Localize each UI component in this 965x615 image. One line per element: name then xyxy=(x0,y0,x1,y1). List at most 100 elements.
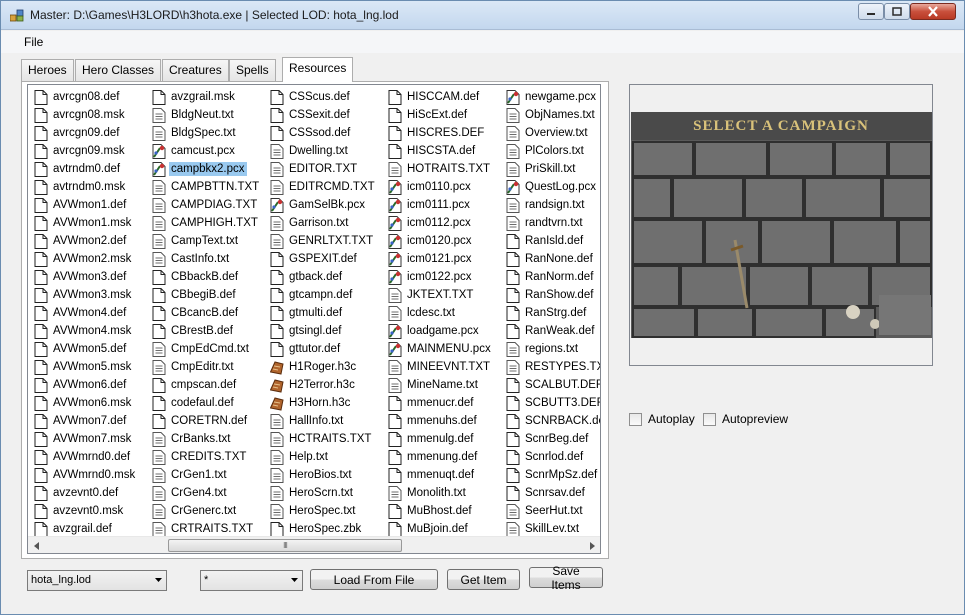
tab-heroes[interactable]: Heroes xyxy=(21,59,74,81)
scroll-left-button[interactable] xyxy=(28,537,45,553)
list-item[interactable]: H1Roger.h3c xyxy=(266,358,384,376)
list-item[interactable]: AVWmon3.def xyxy=(30,268,148,286)
list-item[interactable]: PriSkill.txt xyxy=(502,160,600,178)
list-item[interactable]: HISCSTA.def xyxy=(384,142,502,160)
list-item[interactable]: MuBjoin.def xyxy=(384,520,502,537)
list-item[interactable]: HISCRES.DEF xyxy=(384,124,502,142)
list-item[interactable]: RanNone.def xyxy=(502,250,600,268)
tab-resources[interactable]: Resources xyxy=(282,57,354,82)
list-item[interactable]: AVWmon1.msk xyxy=(30,214,148,232)
list-item[interactable]: MINEEVNT.TXT xyxy=(384,358,502,376)
list-item[interactable]: HeroSpec.txt xyxy=(266,502,384,520)
tab-hero-classes[interactable]: Hero Classes xyxy=(75,59,162,81)
list-item[interactable]: avtrndm0.msk xyxy=(30,178,148,196)
list-item[interactable]: RanNorm.def xyxy=(502,268,600,286)
list-item[interactable]: cmpscan.def xyxy=(148,376,266,394)
list-item[interactable]: QuestLog.pcx xyxy=(502,178,600,196)
list-item[interactable]: newgame.pcx xyxy=(502,88,600,106)
list-item[interactable]: avrcgn09.msk xyxy=(30,142,148,160)
list-item[interactable]: mmenung.def xyxy=(384,448,502,466)
list-item[interactable]: CSSexit.def xyxy=(266,106,384,124)
list-item[interactable]: avrcgn08.msk xyxy=(30,106,148,124)
list-item[interactable]: avzevnt0.def xyxy=(30,484,148,502)
list-item[interactable]: CAMPDIAG.TXT xyxy=(148,196,266,214)
list-item[interactable]: mmenucr.def xyxy=(384,394,502,412)
list-item[interactable]: SCBUTT3.DEF xyxy=(502,394,600,412)
list-item[interactable]: BldgNeut.txt xyxy=(148,106,266,124)
list-item[interactable]: gtsingl.def xyxy=(266,322,384,340)
menu-file[interactable]: File xyxy=(24,35,43,49)
list-item[interactable]: AVWmrnd0.def xyxy=(30,448,148,466)
list-item[interactable]: icm0121.pcx xyxy=(384,250,502,268)
list-item[interactable]: avzgrail.msk xyxy=(148,88,266,106)
list-item[interactable]: CRTRAITS.TXT xyxy=(148,520,266,537)
list-item[interactable]: icm0111.pcx xyxy=(384,196,502,214)
list-item[interactable]: GENRLTXT.TXT xyxy=(266,232,384,250)
list-item[interactable]: AVWmon3.msk xyxy=(30,286,148,304)
list-item[interactable]: AVWmon5.msk xyxy=(30,358,148,376)
list-item[interactable]: Monolith.txt xyxy=(384,484,502,502)
list-item[interactable]: CORETRN.def xyxy=(148,412,266,430)
list-item[interactable]: CSScus.def xyxy=(266,88,384,106)
list-item[interactable]: SeerHut.txt xyxy=(502,502,600,520)
maximize-button[interactable] xyxy=(884,3,910,20)
list-item[interactable]: HallInfo.txt xyxy=(266,412,384,430)
list-item[interactable]: CAMPBTTN.TXT xyxy=(148,178,266,196)
list-item[interactable]: AVWmon7.msk xyxy=(30,430,148,448)
list-item[interactable]: CREDITS.TXT xyxy=(148,448,266,466)
close-button[interactable] xyxy=(910,3,956,20)
list-item[interactable]: MAINMENU.pcx xyxy=(384,340,502,358)
resource-file-list[interactable]: avrcgn08.def avrcgn08.msk avrcgn09.def avrc… xyxy=(27,84,601,554)
lod-select[interactable]: hota_lng.lod xyxy=(27,570,167,591)
list-item[interactable]: CrGenerc.txt xyxy=(148,502,266,520)
list-item[interactable]: regions.txt xyxy=(502,340,600,358)
list-item[interactable]: EDITOR.TXT xyxy=(266,160,384,178)
list-item[interactable]: RanShow.def xyxy=(502,286,600,304)
list-item[interactable]: Overview.txt xyxy=(502,124,600,142)
list-item[interactable]: GamSelBk.pcx xyxy=(266,196,384,214)
filter-select[interactable]: * xyxy=(200,570,303,591)
list-item[interactable]: Scnrsav.def xyxy=(502,484,600,502)
list-item[interactable]: CrGen1.txt xyxy=(148,466,266,484)
list-item[interactable]: CrBanks.txt xyxy=(148,430,266,448)
list-item[interactable]: AVWmon2.def xyxy=(30,232,148,250)
tab-creatures[interactable]: Creatures xyxy=(162,59,229,81)
list-item[interactable]: CampText.txt xyxy=(148,232,266,250)
list-item[interactable]: avrcgn09.def xyxy=(30,124,148,142)
list-item[interactable]: AVWmon2.msk xyxy=(30,250,148,268)
list-item[interactable]: mmenuqt.def xyxy=(384,466,502,484)
list-item[interactable]: lcdesc.txt xyxy=(384,304,502,322)
list-item[interactable]: HCTRAITS.TXT xyxy=(266,430,384,448)
tab-spells[interactable]: Spells xyxy=(229,59,276,81)
list-item[interactable]: RESTYPES.TXT xyxy=(502,358,600,376)
list-item[interactable]: Help.txt xyxy=(266,448,384,466)
list-item[interactable]: CAMPHIGH.TXT xyxy=(148,214,266,232)
list-item[interactable]: AVWmrnd0.msk xyxy=(30,466,148,484)
list-item[interactable]: CBcancB.def xyxy=(148,304,266,322)
list-item[interactable]: icm0112.pcx xyxy=(384,214,502,232)
list-item[interactable]: gtback.def xyxy=(266,268,384,286)
list-item[interactable]: RanWeak.def xyxy=(502,322,600,340)
list-item[interactable]: AVWmon1.def xyxy=(30,196,148,214)
list-item[interactable]: HiScExt.def xyxy=(384,106,502,124)
list-item[interactable]: Dwelling.txt xyxy=(266,142,384,160)
list-item[interactable]: SkillLev.txt xyxy=(502,520,600,537)
list-item[interactable]: icm0120.pcx xyxy=(384,232,502,250)
autopreview-checkbox[interactable] xyxy=(703,412,716,426)
list-item[interactable]: SCNRBACK.def xyxy=(502,412,600,430)
list-item[interactable]: ScnrMpSz.def xyxy=(502,466,600,484)
autopreview-option[interactable]: Autopreview xyxy=(703,412,788,426)
list-item[interactable]: gtcampn.def xyxy=(266,286,384,304)
list-item[interactable]: mmenulg.def xyxy=(384,430,502,448)
list-item[interactable]: AVWmon4.msk xyxy=(30,322,148,340)
minimize-button[interactable] xyxy=(858,3,884,20)
list-item[interactable]: MineName.txt xyxy=(384,376,502,394)
list-item[interactable]: RanStrg.def xyxy=(502,304,600,322)
list-item[interactable]: CmpEditr.txt xyxy=(148,358,266,376)
list-item[interactable]: HOTRAITS.TXT xyxy=(384,160,502,178)
list-item[interactable]: CrGen4.txt xyxy=(148,484,266,502)
list-item[interactable]: HeroBios.txt xyxy=(266,466,384,484)
scrollbar-thumb[interactable]: III xyxy=(168,539,402,552)
list-item[interactable]: SCALBUT.DEF xyxy=(502,376,600,394)
list-item[interactable]: randtvrn.txt xyxy=(502,214,600,232)
